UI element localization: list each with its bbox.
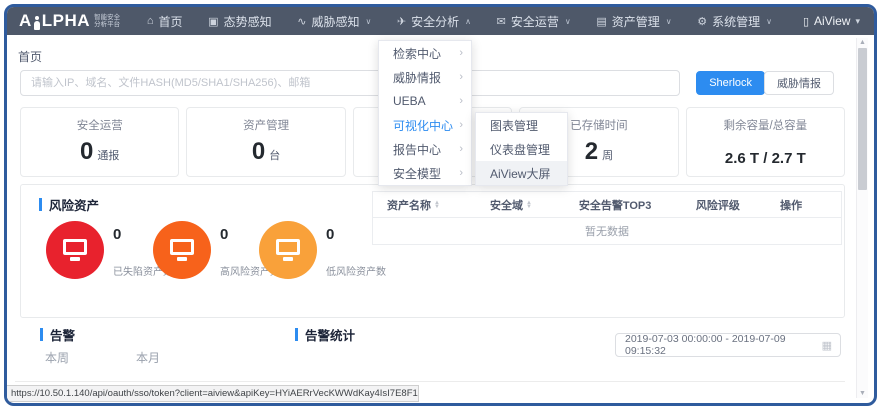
screenshot-stage: ALPHA 智能安全分析平台 ⌂首页 ▣态势感知 ∿威胁感知∨ ✈安全分析∧ ✉… <box>0 0 881 410</box>
person-icon <box>33 16 41 31</box>
submenu-item-aiview-screen[interactable]: AiView大屏 <box>476 161 567 185</box>
monitor-icon <box>153 221 211 279</box>
scrollbar-thumb[interactable] <box>858 48 867 190</box>
chevron-up-icon: ∧ <box>465 17 471 26</box>
status-url: https://10.50.1.140/api/oauth/sso/token?… <box>11 388 419 399</box>
sort-icon[interactable]: ▲▼ <box>434 201 440 209</box>
tab-this-week[interactable]: 本周 <box>45 349 69 366</box>
scroll-up-icon[interactable]: ▲ <box>857 39 868 46</box>
chevron-down-icon: ∨ <box>565 17 571 26</box>
col-alert-top3: 安全告警TOP3 <box>565 197 682 213</box>
monitor-icon <box>259 221 317 279</box>
asset-table: 资产名称▲▼ 安全域▲▼ 安全告警TOP3 风险评级 操作 暂无数据 <box>372 191 842 245</box>
asset-table-header: 资产名称▲▼ 安全域▲▼ 安全告警TOP3 风险评级 操作 <box>373 192 841 218</box>
title-accent-bar <box>40 328 43 341</box>
chevron-right-icon: › <box>459 95 463 107</box>
visualization-submenu: 图表管理 仪表盘管理 AiView大屏 <box>475 112 568 186</box>
nav-item-asset-management[interactable]: ▤资产管理∨ <box>596 13 671 30</box>
chevron-right-icon: › <box>459 143 463 155</box>
security-analysis-dropdown: 检索中心› 威胁情报› UEBA› 可视化中心› 报告中心› 安全模型› <box>378 40 472 186</box>
chevron-right-icon: › <box>459 167 463 179</box>
menu-item-visualization-center[interactable]: 可视化中心› <box>379 113 471 137</box>
content-divider <box>15 381 845 382</box>
risk-assets-title: 风险资产 <box>39 195 99 214</box>
mail-icon: ✉ <box>497 15 506 28</box>
tab-this-month[interactable]: 本月 <box>136 349 160 366</box>
nav-item-security-analysis[interactable]: ✈安全分析∧ <box>397 13 471 30</box>
risk-assets-panel: 风险资产 0已失陷资产数 0高风险资产数 0低风险资产数 资产名称▲▼ 安全域▲… <box>20 184 845 318</box>
server-icon: ▤ <box>596 15 606 28</box>
vertical-scrollbar[interactable]: ▲ ▼ <box>856 38 868 398</box>
plane-icon: ✈ <box>397 15 406 28</box>
stat-label: 安全运营 <box>21 117 178 133</box>
app-logo: ALPHA 智能安全分析平台 <box>19 11 120 31</box>
stat-label: 剩余容量/总容量 <box>687 117 844 133</box>
col-security-zone[interactable]: 安全域▲▼ <box>476 197 565 213</box>
logo-text: ALPHA <box>19 11 90 31</box>
calendar-icon: ▦ <box>822 339 832 352</box>
chevron-down-icon: ∨ <box>365 17 371 26</box>
sort-icon[interactable]: ▲▼ <box>526 201 532 209</box>
app-window: ALPHA 智能安全分析平台 ⌂首页 ▣态势感知 ∿威胁感知∨ ✈安全分析∧ ✉… <box>4 4 877 406</box>
title-accent-bar <box>39 198 42 211</box>
risk-label: 低风险资产数 <box>326 263 386 278</box>
threat-intel-button[interactable]: 威胁情报 <box>764 71 834 95</box>
stat-card-security-operation: 安全运营 0通报 <box>20 107 179 177</box>
dropdown-caret-icon: ▾ <box>855 16 860 27</box>
sherlock-button[interactable]: Sherlock <box>696 71 765 95</box>
search-input[interactable] <box>20 70 680 96</box>
nav-menu: ⌂首页 ▣态势感知 ∿威胁感知∨ ✈安全分析∧ ✉安全运营∨ ▤资产管理∨ ⚙系… <box>134 13 785 30</box>
logo-subtitle: 智能安全分析平台 <box>94 14 120 29</box>
menu-item-report-center[interactable]: 报告中心› <box>379 137 471 161</box>
nav-user-aiview[interactable]: ▯AiView▾ <box>803 14 860 28</box>
menu-item-ueba[interactable]: UEBA› <box>379 89 471 113</box>
nav-item-situation[interactable]: ▣态势感知 <box>208 13 271 30</box>
date-range-picker[interactable]: 2019-07-03 00:00:00 - 2019-07-09 09:15:3… <box>615 333 841 357</box>
top-navbar: ALPHA 智能安全分析平台 ⌂首页 ▣态势感知 ∿威胁感知∨ ✈安全分析∧ ✉… <box>7 7 874 35</box>
chevron-right-icon: › <box>459 119 463 131</box>
title-accent-bar <box>295 328 298 341</box>
scroll-down-icon[interactable]: ▼ <box>857 390 868 397</box>
home-icon: ⌂ <box>147 15 154 27</box>
risk-item-low: 0低风险资产数 <box>259 221 386 279</box>
chevron-down-icon: ∨ <box>766 17 772 26</box>
chevron-right-icon: › <box>459 71 463 83</box>
menu-item-threat-intel[interactable]: 威胁情报› <box>379 65 471 89</box>
phone-icon: ▯ <box>803 15 809 28</box>
chevron-right-icon: › <box>459 47 463 59</box>
stat-card-capacity: 剩余容量/总容量 2.6 T / 2.7 T <box>686 107 845 177</box>
col-risk-rating: 风险评级 <box>682 197 766 213</box>
monitor-icon: ▣ <box>208 15 218 28</box>
chevron-down-icon: ∨ <box>666 17 672 26</box>
stat-label: 资产管理 <box>187 117 344 133</box>
alerts-title: 告警 <box>40 325 75 344</box>
nav-item-security-operation[interactable]: ✉安全运营∨ <box>497 13 571 30</box>
browser-status-bar: https://10.50.1.140/api/oauth/sso/token?… <box>7 385 419 402</box>
menu-item-search-center[interactable]: 检索中心› <box>379 41 471 65</box>
submenu-item-dashboard-management[interactable]: 仪表盘管理 <box>476 137 567 161</box>
gear-icon: ⚙ <box>697 15 707 28</box>
alert-stats-title: 告警统计 <box>295 325 355 344</box>
submenu-item-chart-management[interactable]: 图表管理 <box>476 113 567 137</box>
nav-item-system-management[interactable]: ⚙系统管理∨ <box>697 13 772 30</box>
pulse-icon: ∿ <box>297 15 306 28</box>
alerts-tabs: 本周 本月 <box>45 349 160 366</box>
menu-item-security-model[interactable]: 安全模型› <box>379 161 471 185</box>
stat-value: 0通报 <box>21 139 178 169</box>
monitor-icon <box>46 221 104 279</box>
stat-card-asset-management: 资产管理 0台 <box>186 107 345 177</box>
stat-value: 0台 <box>187 139 344 169</box>
table-empty-state: 暂无数据 <box>373 218 841 244</box>
nav-item-threat-sense[interactable]: ∿威胁感知∨ <box>297 13 371 30</box>
col-actions: 操作 <box>766 197 841 213</box>
stat-value: 2.6 T / 2.7 T <box>687 139 844 172</box>
nav-item-home[interactable]: ⌂首页 <box>147 13 183 30</box>
col-asset-name[interactable]: 资产名称▲▼ <box>373 197 476 213</box>
date-range-value: 2019-07-03 00:00:00 - 2019-07-09 09:15:3… <box>625 333 822 357</box>
breadcrumb: 首页 <box>18 48 42 65</box>
